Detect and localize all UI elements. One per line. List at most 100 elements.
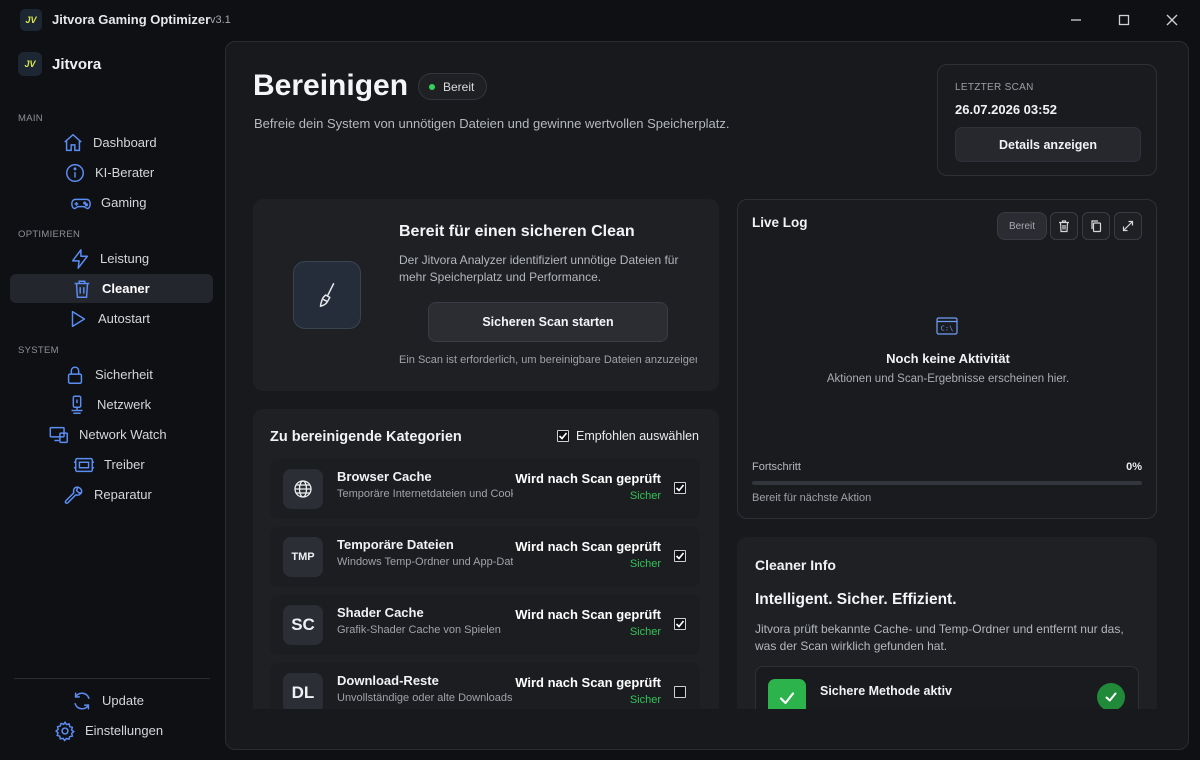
brand-logo-icon: JV	[18, 52, 42, 76]
category-row-temp-files[interactable]: TMP Temporäre Dateien Windows Temp-Ordne…	[270, 527, 700, 587]
hero-note: Ein Scan ist erforderlich, um bereinigba…	[399, 354, 697, 366]
recommended-checkbox[interactable]	[557, 430, 569, 442]
section-label-system: SYSTEM	[18, 345, 59, 356]
copy-log-button[interactable]	[1082, 212, 1110, 240]
svg-text:C:\: C:\	[941, 325, 954, 333]
sidebar-item-gaming[interactable]: Gaming	[10, 188, 213, 217]
details-button[interactable]: Details anzeigen	[955, 127, 1141, 162]
download-icon: DL	[283, 673, 323, 709]
lock-icon	[64, 364, 86, 386]
tmp-icon: TMP	[283, 537, 323, 577]
info-icon	[64, 162, 86, 184]
sidebar-item-network-watch[interactable]: Network Watch	[10, 420, 213, 449]
recommended-toggle[interactable]: Empfohlen auswählen	[557, 429, 699, 443]
categories-title: Zu bereinigende Kategorien	[270, 429, 462, 445]
cleaner-info-title: Cleaner Info	[755, 557, 836, 573]
category-description: Windows Temp-Ordner und App-Daten	[337, 556, 513, 568]
status-badge-label: Bereit	[443, 79, 475, 94]
maximize-button[interactable]	[1112, 8, 1136, 32]
category-safety: Sicher	[629, 694, 661, 706]
title-bar: JV Jitvora Gaming Optimizer v3.1	[0, 0, 1200, 40]
progress-bar	[752, 481, 1142, 485]
page-subtitle: Befreie dein System von unnötigen Dateie…	[254, 116, 730, 131]
refresh-icon	[71, 690, 93, 712]
lightning-icon	[69, 248, 91, 270]
expand-log-button[interactable]	[1114, 212, 1142, 240]
category-row-browser-cache[interactable]: Browser Cache Temporäre Internetdateien …	[270, 459, 700, 519]
sidebar-item-netzwerk[interactable]: Netzwerk	[10, 390, 213, 419]
sidebar-item-cleaner[interactable]: Cleaner	[10, 274, 213, 303]
sidebar-item-label: Netzwerk	[97, 397, 152, 412]
clear-log-button[interactable]	[1050, 212, 1078, 240]
sidebar-item-label: Network Watch	[79, 427, 167, 442]
safe-method-row: Sichere Methode aktiv	[755, 666, 1139, 709]
sidebar-item-sicherheit[interactable]: Sicherheit	[10, 360, 213, 389]
section-label-main: MAIN	[18, 113, 43, 124]
safe-method-label: Sichere Methode aktiv	[820, 684, 952, 698]
minimize-button[interactable]	[1064, 8, 1088, 32]
sidebar-item-reparatur[interactable]: Reparatur	[10, 480, 213, 509]
last-scan-card: LETZTER SCAN 26.07.2026 03:52 Details an…	[937, 64, 1157, 176]
main-panel: Bereinigen Bereit Befreie dein System vo…	[225, 41, 1189, 750]
status-dot-icon	[429, 83, 435, 90]
category-checkbox[interactable]	[674, 618, 686, 630]
monitor-icon	[48, 424, 70, 446]
sidebar-item-label: Gaming	[101, 195, 147, 210]
terminal-icon: C:\	[936, 317, 958, 335]
minimize-icon	[1071, 19, 1081, 21]
start-scan-button[interactable]: Sicheren Scan starten	[428, 302, 668, 342]
app-title: Jitvora Gaming Optimizer	[52, 12, 211, 27]
app-logo-icon: JV	[20, 9, 42, 31]
categories-card: Zu bereinigende Kategorien Empfohlen aus…	[253, 409, 719, 709]
shader-icon: SC	[283, 605, 323, 645]
category-name: Temporäre Dateien	[337, 537, 454, 552]
check-icon	[768, 679, 806, 709]
live-log-card: Live Log Bereit C:\ Noch keine Aktivität…	[737, 199, 1157, 519]
gamepad-icon	[70, 192, 92, 214]
play-icon	[67, 308, 89, 330]
checkmark-icon	[675, 620, 685, 628]
sidebar-item-autostart[interactable]: Autostart	[10, 304, 213, 333]
sidebar-item-label: Sicherheit	[95, 367, 153, 382]
category-status: Wird nach Scan geprüft	[515, 607, 661, 622]
checkmark-icon	[675, 552, 685, 560]
category-name: Browser Cache	[337, 469, 432, 484]
checkmark-icon	[675, 484, 685, 492]
category-row-download-leftovers[interactable]: DL Download-Reste Unvollständige oder al…	[270, 663, 700, 709]
cleaner-info-card: Cleaner Info Intelligent. Sicher. Effizi…	[737, 537, 1157, 709]
broom-icon	[293, 261, 361, 329]
category-description: Unvollständige oder alte Downloads	[337, 692, 513, 704]
section-label-optimize: OPTIMIEREN	[18, 229, 81, 240]
category-checkbox[interactable]	[674, 482, 686, 494]
hero-description: Der Jitvora Analyzer identifiziert unnöt…	[399, 253, 679, 284]
progress-value: 0%	[1126, 461, 1142, 473]
sidebar-item-dashboard[interactable]: Dashboard	[10, 128, 213, 157]
globe-icon	[283, 469, 323, 509]
sidebar-item-label: Einstellungen	[85, 723, 164, 738]
last-scan-label: LETZTER SCAN	[955, 82, 1034, 93]
sidebar-item-treiber[interactable]: Treiber	[10, 450, 213, 479]
sidebar-item-ki-berater[interactable]: KI-Berater	[10, 158, 213, 187]
expand-icon	[1122, 220, 1134, 232]
sidebar-item-label: Reparatur	[94, 487, 152, 502]
category-name: Shader Cache	[337, 605, 424, 620]
sidebar-divider	[14, 678, 210, 679]
progress-label: Fortschritt	[752, 461, 801, 473]
category-checkbox[interactable]	[674, 686, 686, 698]
sidebar-item-settings[interactable]: Einstellungen	[10, 716, 213, 745]
category-status: Wird nach Scan geprüft	[515, 539, 661, 554]
sidebar-item-update[interactable]: Update	[10, 686, 213, 715]
app-version: v3.1	[210, 14, 231, 26]
live-log-title: Live Log	[752, 215, 808, 230]
close-button[interactable]	[1160, 8, 1184, 32]
sidebar-item-leistung[interactable]: Leistung	[10, 244, 213, 273]
category-name: Download-Reste	[337, 673, 439, 688]
sidebar-item-label: Cleaner	[102, 281, 150, 296]
live-log-empty-title: Noch keine Aktivität	[886, 351, 1010, 366]
status-badge: Bereit	[418, 73, 488, 100]
home-icon	[62, 132, 84, 154]
category-checkbox[interactable]	[674, 550, 686, 562]
category-row-shader-cache[interactable]: SC Shader Cache Grafik-Shader Cache von …	[270, 595, 700, 655]
sidebar-item-label: KI-Berater	[95, 165, 155, 180]
cleaner-info-headline: Intelligent. Sicher. Effizient.	[755, 591, 957, 608]
